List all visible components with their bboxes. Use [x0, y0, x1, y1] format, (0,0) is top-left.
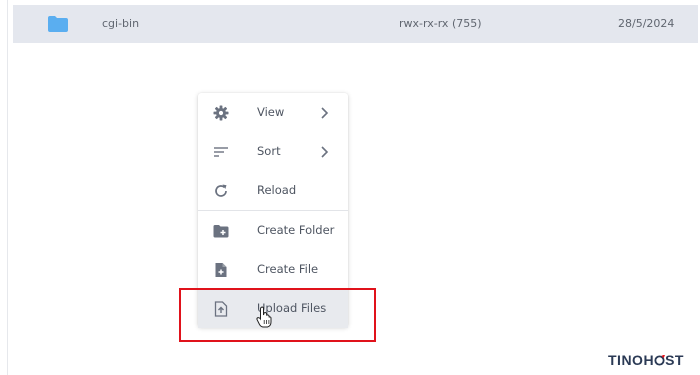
folder-plus-icon [213, 225, 229, 238]
logo-text-part: ST [665, 352, 684, 368]
logo-o-ring-icon [654, 353, 666, 366]
file-name: cgi-bin [102, 17, 140, 30]
menu-item-label: Create Folder [257, 223, 335, 237]
chevron-right-icon [321, 107, 329, 119]
file-plus-icon [215, 263, 227, 277]
menu-item-label: Sort [257, 144, 281, 158]
menu-item-create-file[interactable]: Create File [198, 250, 348, 289]
file-permissions: rwx-rx-rx (755) [399, 17, 482, 30]
tinohost-logo: TINOH ST [608, 352, 684, 368]
logo-text-part: H [643, 352, 655, 368]
menu-item-label: View [257, 105, 285, 119]
annotation-highlight-box [179, 288, 376, 342]
hand-pointer-cursor-icon [256, 306, 272, 328]
reload-icon [215, 184, 227, 197]
menu-item-view[interactable]: View [198, 93, 348, 132]
menu-item-reload[interactable]: Reload [198, 171, 348, 210]
chevron-right-icon [321, 146, 329, 158]
sort-lines-icon [214, 147, 228, 157]
menu-item-label: Reload [257, 183, 297, 197]
menu-item-create-folder[interactable]: Create Folder [198, 211, 348, 250]
file-modified-date: 28/5/2024 [618, 17, 675, 30]
gear-icon [213, 105, 229, 121]
folder-icon [48, 16, 68, 32]
menu-item-label: Create File [257, 262, 319, 276]
panel-left-border [7, 0, 8, 375]
menu-item-sort[interactable]: Sort [198, 132, 348, 171]
file-row-cgi-bin[interactable]: cgi-bin rwx-rx-rx (755) 28/5/2024 [13, 5, 698, 43]
logo-text-part: TINO [608, 352, 644, 368]
